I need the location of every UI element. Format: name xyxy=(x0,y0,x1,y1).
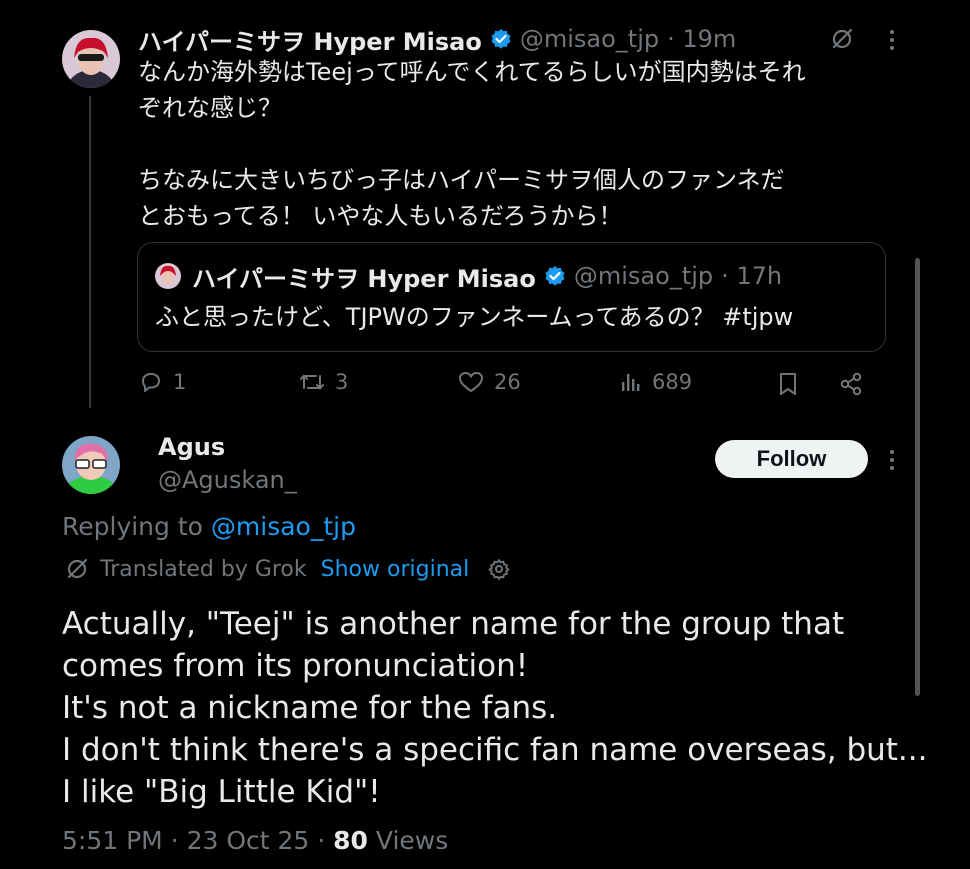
quote-text: ふと思ったけど、TJPWのファンネームってあるの？ #tjpw xyxy=(155,303,794,331)
quote-time: · 17h xyxy=(721,262,783,290)
tweet-time[interactable]: · 19m xyxy=(667,25,736,53)
reply-text-line: It's not a nickname for the fans. xyxy=(62,690,558,726)
verified-icon xyxy=(491,29,511,49)
views-button[interactable]: 689 xyxy=(620,370,692,394)
tweet-text: なんか海外勢はTeejって呼んでくれてるらしいが国内勢はそれ ぞれな感じ？ ちな… xyxy=(138,58,806,230)
views-icon xyxy=(622,374,640,391)
translation-row: Translated by Grok Show original xyxy=(64,554,511,584)
like-icon xyxy=(459,372,483,392)
avatar[interactable] xyxy=(62,30,120,88)
reply-icon xyxy=(142,373,160,392)
share-icon[interactable] xyxy=(838,371,864,397)
author-handle[interactable]: @misao_tjp xyxy=(520,25,659,53)
reply-count: 1 xyxy=(173,370,187,394)
reply-text-line: I like "Big Little Kid"! xyxy=(62,774,381,810)
replying-to-label: Replying to xyxy=(62,512,211,541)
reply-text-line: I don't think there's a specific fan nam… xyxy=(62,732,928,768)
reply-button[interactable]: 1 xyxy=(139,370,186,394)
quote-avatar xyxy=(155,263,181,289)
grok-icon[interactable] xyxy=(829,26,855,52)
views-label: Views xyxy=(367,826,449,855)
avatar[interactable] xyxy=(62,436,120,494)
views-number: 80 xyxy=(333,826,368,855)
bookmark-icon[interactable] xyxy=(777,371,799,397)
quote-author-name: ハイパーミサヲ Hyper Misao xyxy=(192,264,536,293)
verified-icon xyxy=(545,266,565,286)
quoted-tweet[interactable]: ハイパーミサヲ Hyper Misao @misao_tjp · 17h ふと思… xyxy=(137,242,886,352)
repost-button[interactable]: 3 xyxy=(299,370,348,394)
like-button[interactable]: 26 xyxy=(458,370,521,394)
tweet-meta: 5:51 PM · 23 Oct 25 · 80 Views xyxy=(62,824,448,858)
more-icon[interactable] xyxy=(886,28,898,52)
replying-to-handle[interactable]: @misao_tjp xyxy=(211,512,356,541)
repost-count: 3 xyxy=(335,370,349,394)
repost-icon xyxy=(300,374,324,390)
quote-header: ハイパーミサヲ Hyper Misao @misao_tjp · 17h xyxy=(192,260,783,293)
grok-icon xyxy=(67,558,88,579)
show-original-link[interactable]: Show original xyxy=(321,557,470,582)
quote-author-handle: @misao_tjp xyxy=(573,262,714,290)
parent-tweet-header: ハイパーミサヲ Hyper Misao @misao_tjp · 19m xyxy=(138,22,736,57)
reply-text-line: comes from its pronunciation! xyxy=(62,648,529,684)
reply-text: Actually, "Teej" is another name for the… xyxy=(62,603,928,813)
scrollbar[interactable] xyxy=(915,258,920,696)
like-count: 26 xyxy=(494,370,521,394)
reply-text-line: Actually, "Teej" is another name for the… xyxy=(62,606,845,642)
reply-author-name[interactable]: Agus xyxy=(158,431,225,463)
author-name[interactable]: ハイパーミサヲ Hyper Misao xyxy=(138,22,482,57)
reply-author-handle[interactable]: @Aguskan_ xyxy=(158,464,297,496)
more-icon[interactable] xyxy=(886,448,898,472)
thread-line xyxy=(89,96,91,408)
replying-to: Replying to @misao_tjp xyxy=(62,510,356,544)
tweet-timestamp[interactable]: 5:51 PM · 23 Oct 25 · xyxy=(62,826,333,855)
gear-icon[interactable] xyxy=(487,557,511,581)
translated-label: Translated by Grok xyxy=(100,556,307,582)
follow-button[interactable]: Follow xyxy=(715,440,868,478)
views-count: 689 xyxy=(652,370,693,394)
